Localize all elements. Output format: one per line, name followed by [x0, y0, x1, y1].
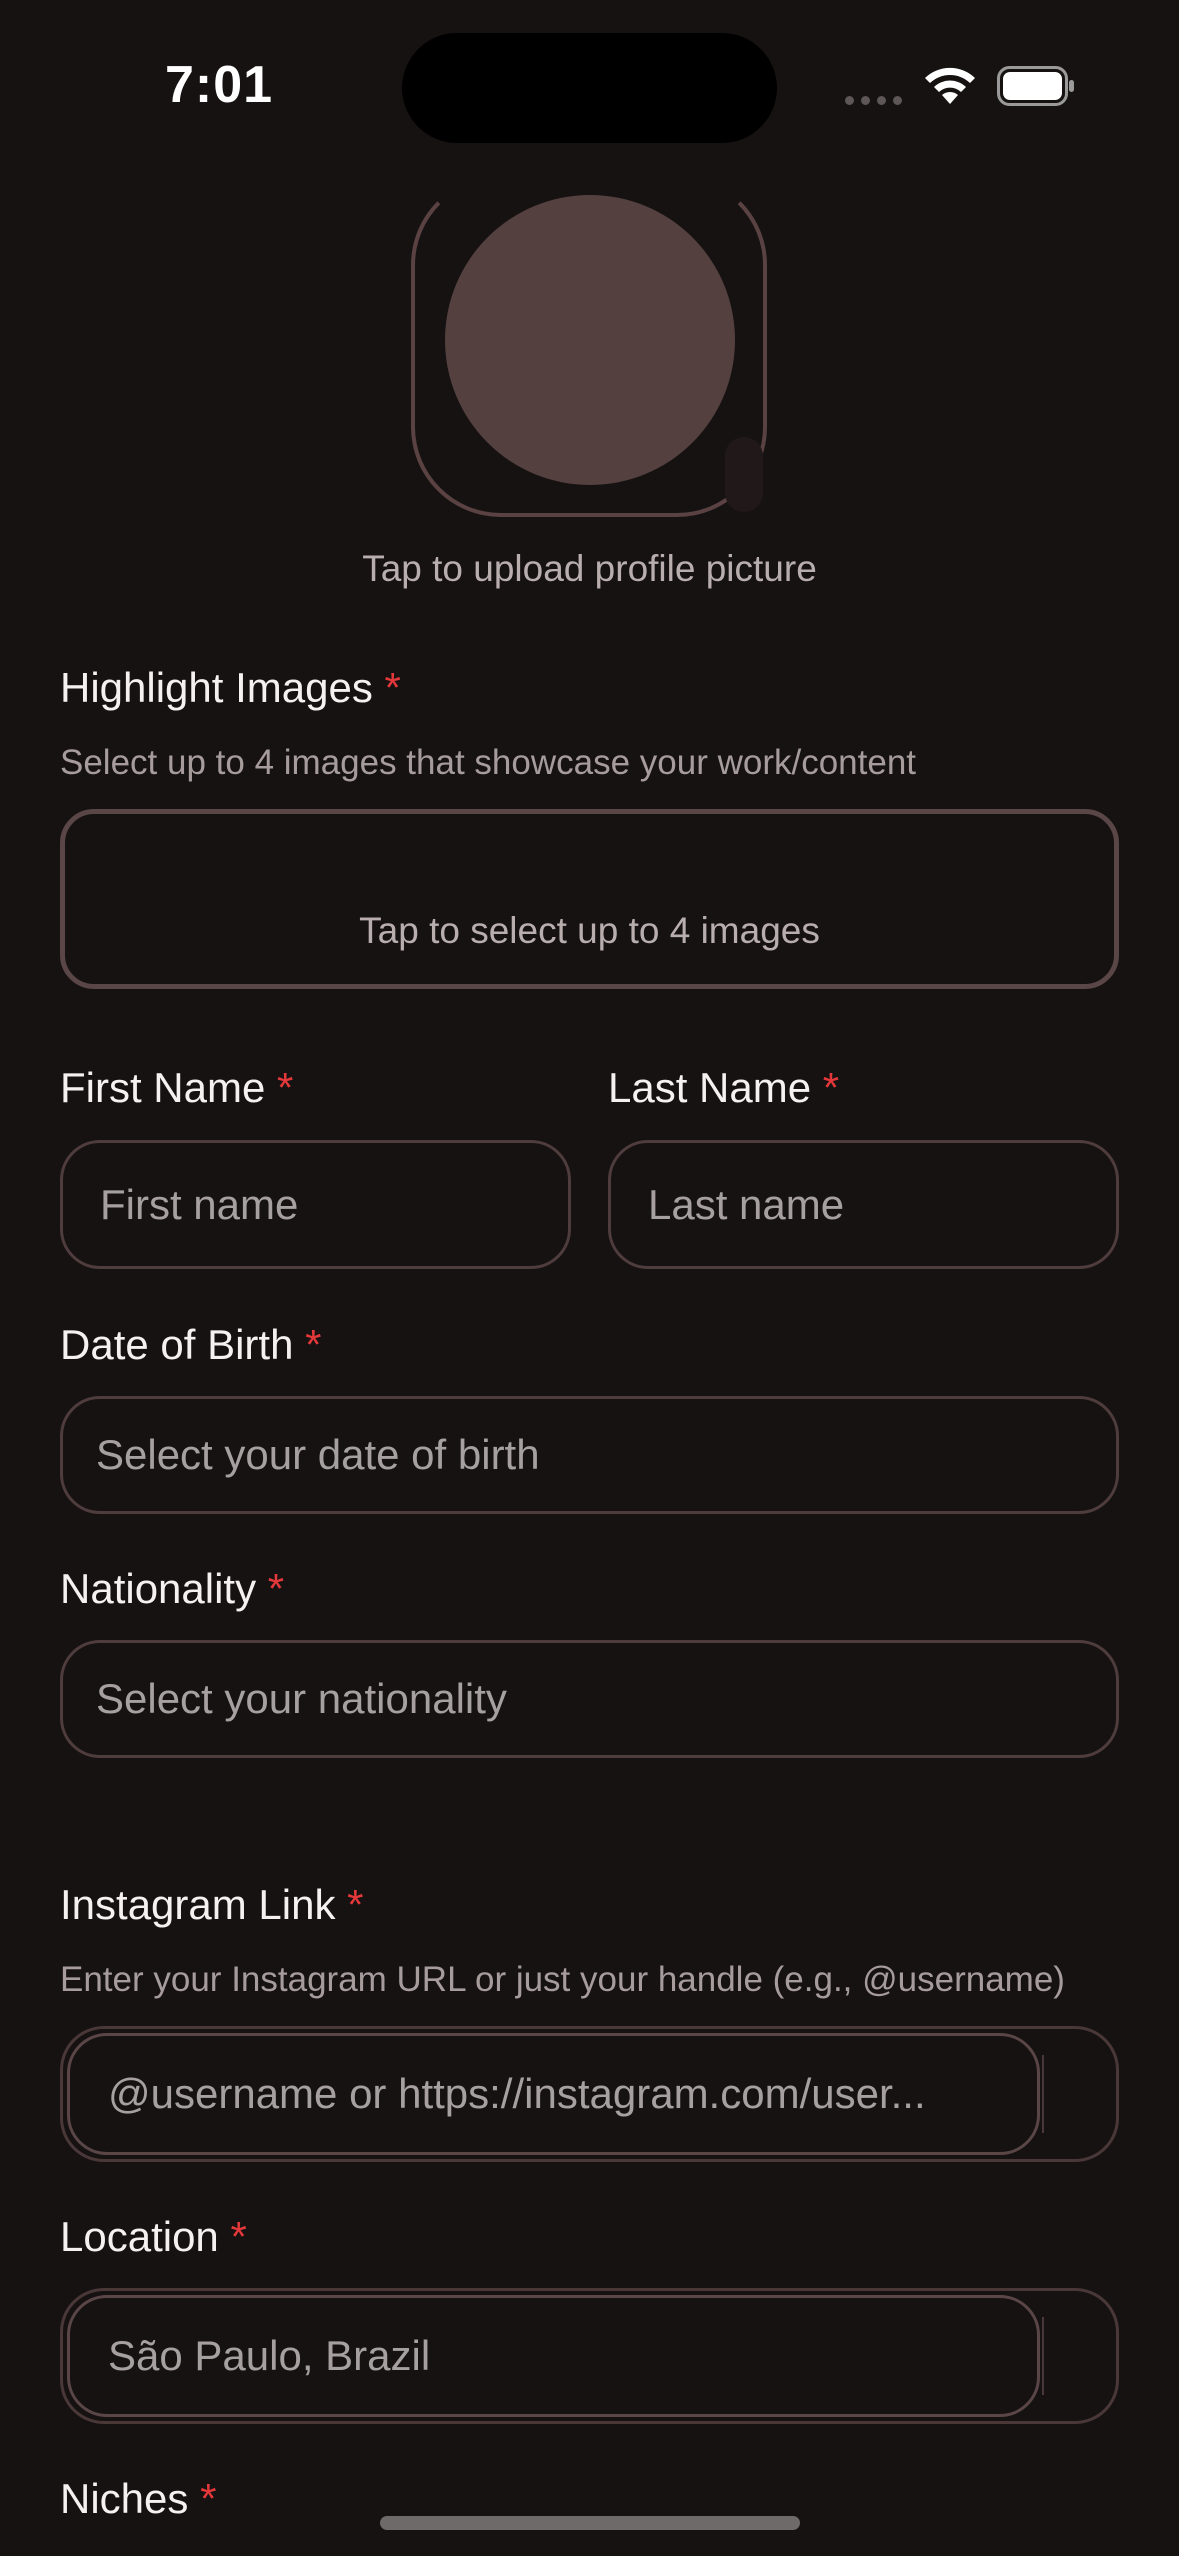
instagram-link-label: Instagram Link *	[60, 1881, 364, 1928]
required-indicator: *	[384, 664, 401, 711]
nationality-label: Nationality *	[60, 1565, 285, 1612]
home-indicator[interactable]	[380, 2516, 800, 2530]
instagram-link-field: @username or https://instagram.com/user.…	[60, 2026, 1119, 2162]
dynamic-island	[402, 33, 777, 143]
last-name-label: Last Name *	[608, 1064, 840, 1111]
required-indicator: *	[277, 1064, 294, 1111]
upload-profile-picture-label[interactable]: Tap to upload profile picture	[0, 548, 1179, 590]
highlight-images-picker[interactable]	[60, 809, 1119, 989]
cellular-signal-icon	[845, 96, 905, 108]
status-time: 7:01	[165, 56, 274, 114]
battery-icon	[997, 66, 1074, 106]
required-indicator: *	[305, 1321, 322, 1368]
last-name-input[interactable]: Last name	[608, 1140, 1119, 1269]
required-indicator: *	[822, 1064, 840, 1111]
highlight-images-prompt: Tap to select up to 4 images	[359, 910, 820, 951]
instagram-link-input[interactable]: @username or https://instagram.com/user.…	[67, 2033, 1040, 2155]
nationality-picker[interactable]: Select your nationality	[60, 1640, 1119, 1758]
location-label: Location *	[60, 2213, 247, 2260]
profile-picture-placeholder[interactable]	[445, 195, 735, 485]
scroll-handle	[725, 437, 763, 512]
date-of-birth-picker[interactable]: Select your date of birth	[60, 1396, 1119, 1514]
date-of-birth-label: Date of Birth *	[60, 1321, 322, 1368]
required-indicator: *	[267, 1565, 285, 1612]
niches-label: Niches *	[60, 2475, 217, 2522]
required-indicator: *	[347, 1881, 364, 1928]
location-field: São Paulo, Brazil	[60, 2288, 1119, 2424]
required-indicator: *	[200, 2475, 217, 2522]
first-name-input[interactable]: First name	[60, 1140, 571, 1269]
highlight-images-label: Highlight Images *	[60, 664, 401, 711]
first-name-label: First Name *	[60, 1064, 294, 1111]
highlight-images-help: Select up to 4 images that showcase your…	[60, 743, 917, 782]
location-input[interactable]: São Paulo, Brazil	[67, 2295, 1040, 2417]
wifi-icon	[925, 67, 975, 104]
field-divider	[1042, 2055, 1044, 2133]
instagram-link-help: Enter your Instagram URL or just your ha…	[60, 1960, 1065, 1999]
required-indicator: *	[230, 2213, 247, 2260]
field-divider	[1042, 2317, 1044, 2395]
